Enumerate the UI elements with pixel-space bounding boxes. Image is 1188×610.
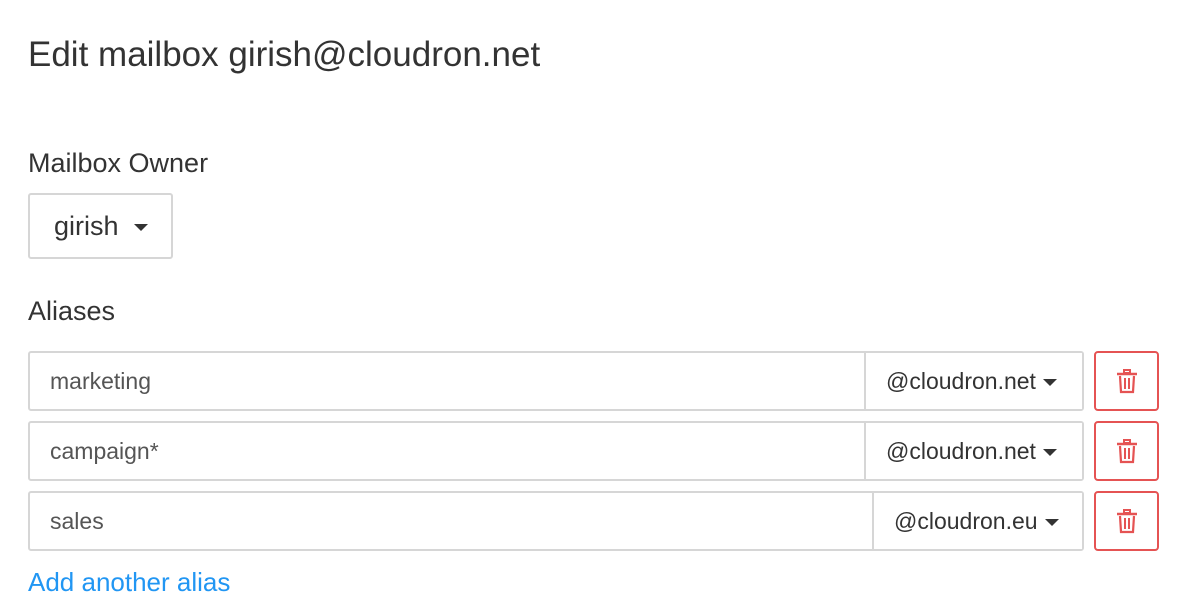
alias-domain-select[interactable]: @cloudron.net [864, 423, 1082, 479]
aliases-label: Aliases [28, 296, 116, 326]
alias-domain-select[interactable]: @cloudron.eu [872, 493, 1082, 549]
mailbox-owner-value: girish [54, 210, 119, 241]
alias-input-group: @cloudron.net [28, 351, 1084, 411]
mailbox-owner-select[interactable]: girish [28, 193, 173, 259]
alias-name-input[interactable] [30, 493, 872, 549]
alias-name-input[interactable] [30, 353, 864, 409]
caret-down-icon [1044, 519, 1059, 526]
delete-alias-button[interactable] [1094, 421, 1159, 481]
add-another-alias-link[interactable]: Add another alias [28, 566, 230, 598]
alias-row: @cloudron.eu [28, 491, 1160, 551]
alias-name-input[interactable] [30, 423, 864, 479]
alias-domain-value: @cloudron.eu [894, 507, 1038, 534]
trash-icon [1116, 368, 1137, 393]
alias-domain-value: @cloudron.net [886, 437, 1036, 464]
alias-input-group: @cloudron.net [28, 421, 1084, 481]
alias-domain-value: @cloudron.net [886, 367, 1036, 394]
alias-row: @cloudron.net [28, 351, 1160, 411]
caret-down-icon [1042, 379, 1057, 386]
alias-input-group: @cloudron.eu [28, 491, 1084, 551]
trash-icon [1116, 438, 1137, 463]
alias-domain-select[interactable]: @cloudron.net [864, 353, 1082, 409]
caret-down-icon [1042, 449, 1057, 456]
trash-icon [1116, 508, 1137, 533]
alias-row: @cloudron.net [28, 421, 1160, 481]
mailbox-owner-label: Mailbox Owner [28, 148, 209, 178]
caret-down-icon [133, 223, 148, 231]
delete-alias-button[interactable] [1094, 351, 1159, 411]
delete-alias-button[interactable] [1094, 491, 1159, 551]
page-title: Edit mailbox girish@cloudron.net [28, 35, 541, 74]
